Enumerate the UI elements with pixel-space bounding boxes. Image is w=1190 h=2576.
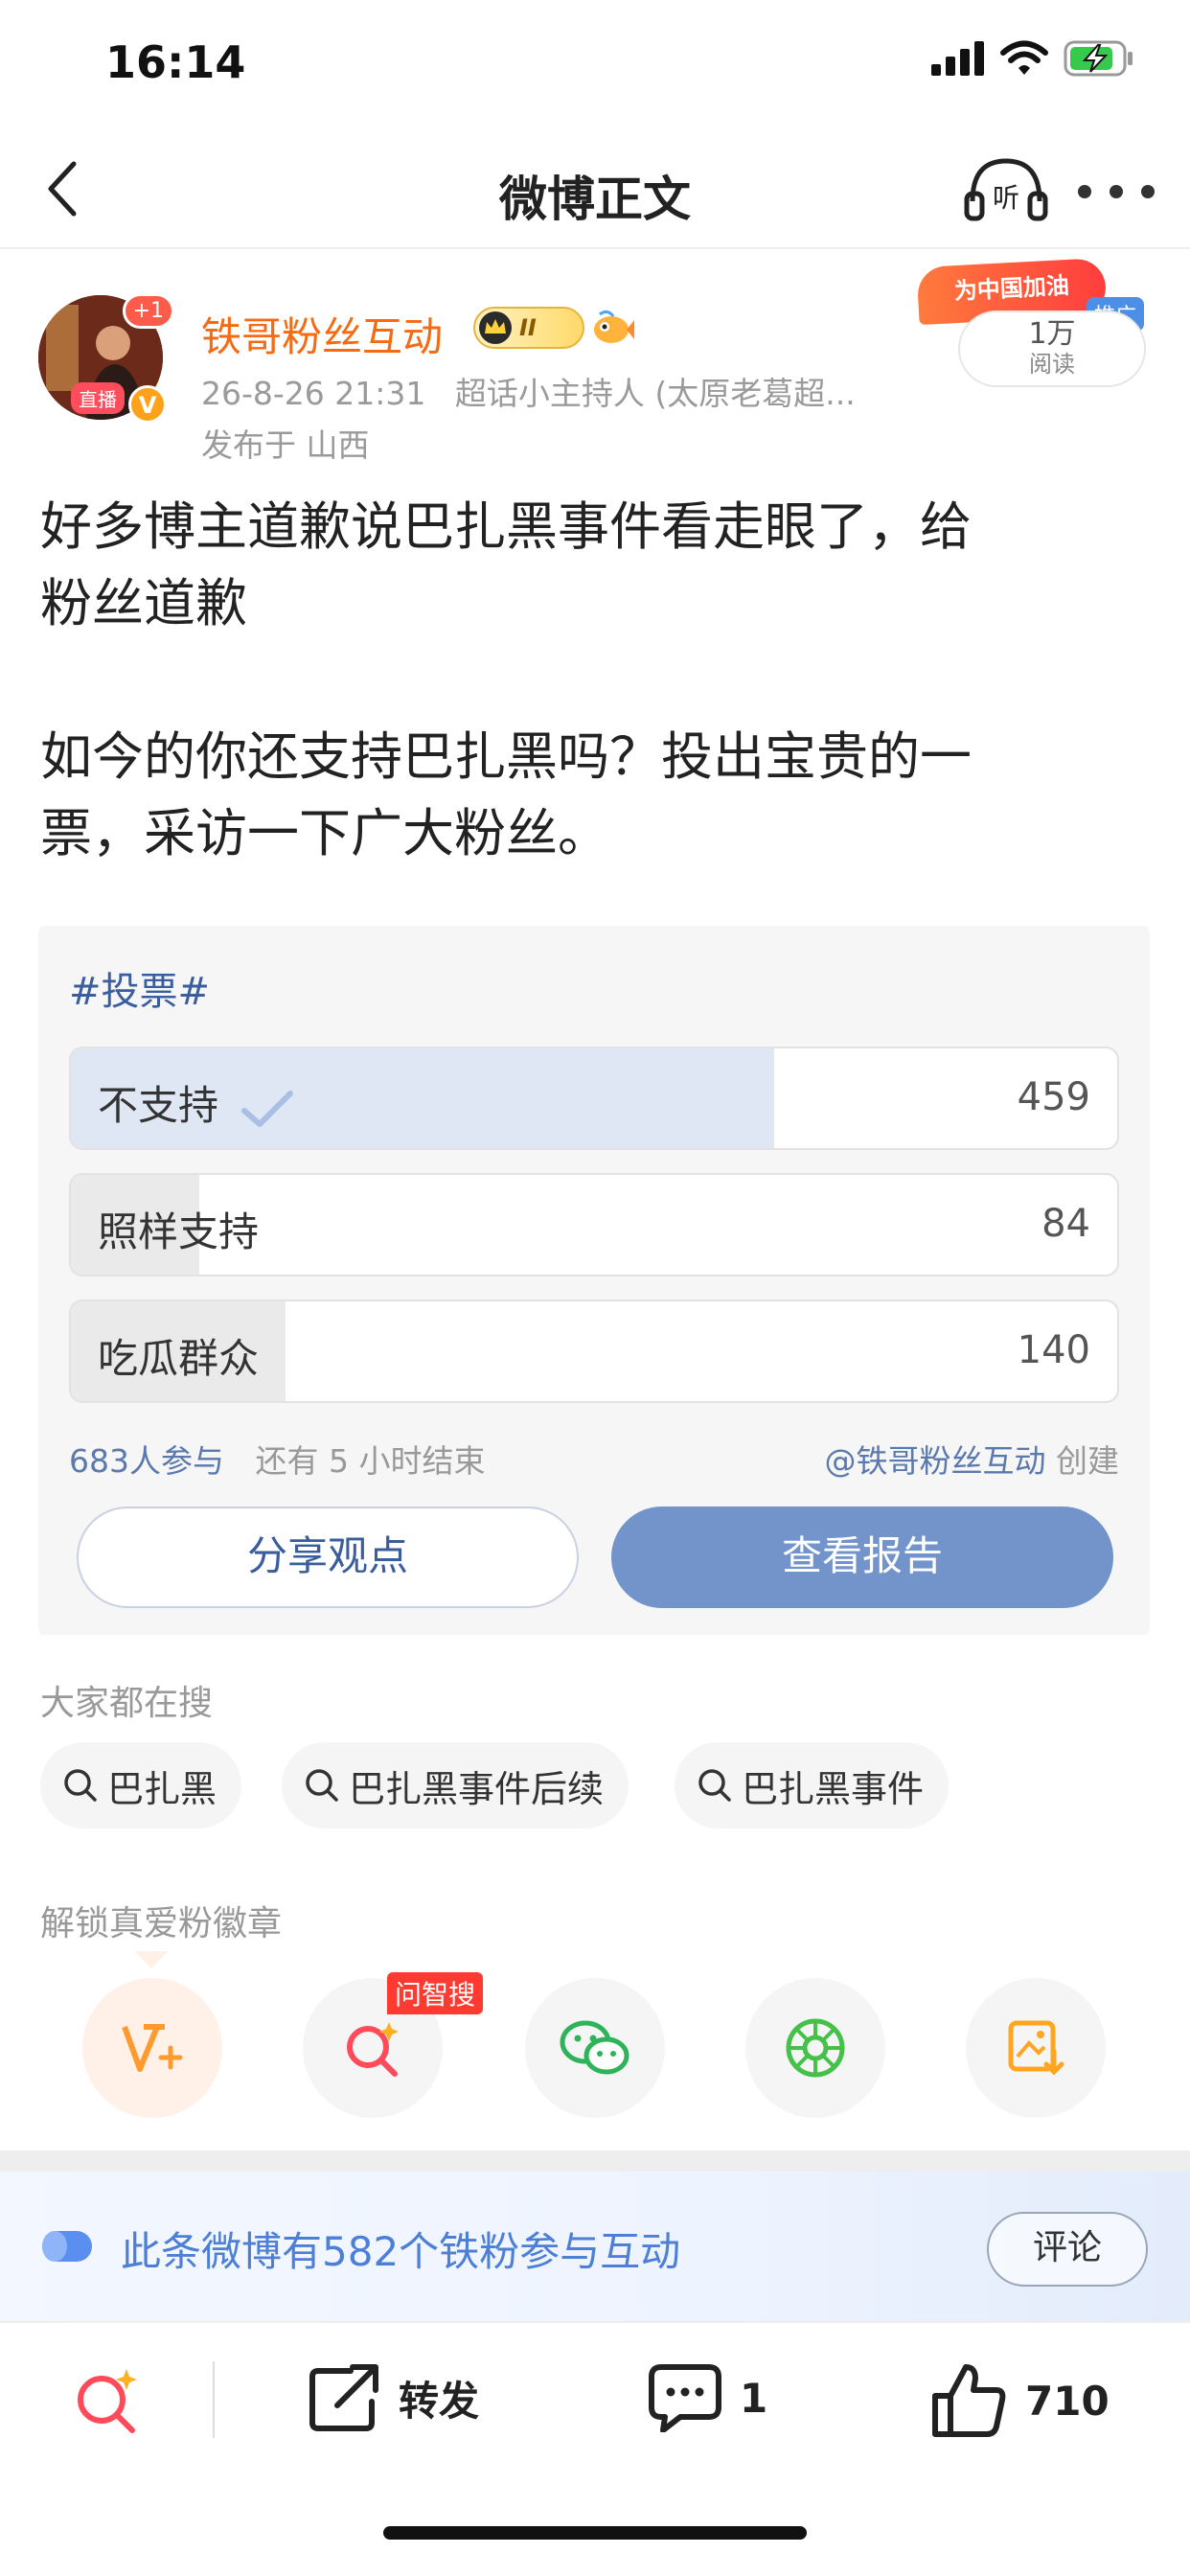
smart-search-button[interactable]: [71, 2363, 144, 2436]
plus-one-badge: +1: [122, 293, 174, 329]
post-body: 好多博主道歉说巴扎黑事件看走眼了，给 粉丝道歉 如今的你还支持巴扎黑吗？投出宝贵…: [40, 489, 1152, 872]
thumbs-up-icon: [932, 2364, 1006, 2437]
weibo-vplus-icon: [122, 2024, 183, 2072]
wifi-icon: [1000, 40, 1048, 75]
vote-option-label: 不支持: [98, 1082, 219, 1129]
comments-button[interactable]: 1: [648, 2363, 767, 2432]
repost-button[interactable]: 转发: [309, 2363, 479, 2432]
post-line: 粉丝道歉: [40, 573, 247, 633]
save-image-icon: [1008, 2020, 1064, 2076]
post-meta: 26-8-26 21:31 超话小主持人 (太原老葛超...: [201, 368, 856, 414]
iron-fan-interaction: 此条微博有582个铁粉参与互动 评论: [0, 2172, 1190, 2321]
read-count: 1万 阅读: [958, 310, 1146, 387]
vote-option-count: 459: [1017, 1075, 1090, 1119]
author-avatar[interactable]: 直播 +1 V: [38, 293, 174, 424]
live-badge: 直播: [71, 382, 125, 414]
like-button[interactable]: 710: [931, 2363, 1110, 2438]
post-time: 26-8-26 21:31: [201, 375, 426, 412]
moments-share-button[interactable]: [745, 1978, 885, 2118]
more-dot-icon: [1141, 185, 1155, 198]
moments-icon: [786, 2018, 845, 2078]
more-dot-icon: [1078, 185, 1091, 198]
hot-search-chip[interactable]: 巴扎黑: [40, 1742, 242, 1828]
comment-count: 1: [740, 2374, 768, 2422]
vote-option[interactable]: 照样支持 84: [69, 1173, 1119, 1276]
promo-widget[interactable]: 为中国加油 推广 1万 阅读: [916, 255, 1148, 389]
hot-search-text: 巴扎黑: [107, 1767, 217, 1810]
ai-search-icon: [347, 2022, 399, 2077]
hot-search-chip[interactable]: 巴扎黑事件: [675, 1742, 950, 1828]
search-icon: [698, 1769, 731, 1802]
post-line: 票，采访一下广大粉丝。: [40, 803, 609, 863]
save-image-button[interactable]: [966, 1978, 1106, 2118]
verified-icon: V: [128, 385, 167, 424]
vote-footer: 683人参与 还有 5 小时结束 @铁哥粉丝互动 创建: [69, 1436, 1119, 1482]
creator-handle[interactable]: @铁哥粉丝互动: [825, 1442, 1046, 1480]
view-report-button[interactable]: 查看报告: [611, 1506, 1113, 1608]
headphones-icon: 听: [964, 158, 1048, 221]
status-icons: [931, 40, 1134, 77]
vote-creator: @铁哥粉丝互动 创建: [825, 1436, 1120, 1482]
hot-search-chip[interactable]: 巴扎黑事件后续: [282, 1742, 629, 1828]
fan-pill-icon: [42, 2231, 92, 2262]
vote-option[interactable]: 吃瓜群众 140: [69, 1300, 1119, 1403]
nav-bar: 微博正文 听: [0, 134, 1190, 249]
search-icon: [64, 1769, 97, 1802]
home-indicator[interactable]: [383, 2526, 807, 2540]
section-divider: [0, 2150, 1190, 2172]
fan-badge-label: 解锁真爱粉徽章: [40, 1904, 283, 1944]
wechat-icon: [560, 2020, 629, 2075]
more-button[interactable]: [1078, 158, 1155, 225]
vote-hashtag[interactable]: #投票#: [69, 960, 210, 1016]
post-line: 好多博主道歉说巴扎黑事件看走眼了，给: [40, 496, 972, 557]
search-icon: [306, 1769, 338, 1802]
more-dot-icon: [1110, 185, 1123, 198]
vote-option-label: 照样支持: [98, 1208, 260, 1255]
vote-time-left: 还有 5 小时结束: [255, 1442, 486, 1480]
crown-icon: [479, 311, 512, 344]
fish-emblem-icon: [594, 310, 634, 343]
vote-option[interactable]: 不支持 459: [69, 1046, 1119, 1150]
post-location: 发布于 山西: [201, 426, 370, 464]
repost-label: 转发: [399, 2377, 480, 2425]
status-bar: 16:14: [0, 0, 1190, 125]
vote-option-count: 84: [1041, 1202, 1090, 1246]
status-time: 16:14: [105, 36, 246, 88]
hot-search-label: 大家都在搜: [40, 1684, 214, 1723]
ai-search-tag: 问智搜: [387, 1972, 484, 2014]
share-opinion-button[interactable]: 分享观点: [77, 1506, 579, 1608]
divider: [213, 2361, 215, 2438]
fan-level-badge[interactable]: II: [473, 307, 584, 349]
listen-button[interactable]: 听: [963, 155, 1049, 222]
battery-charging-icon: [1064, 40, 1133, 77]
like-count: 710: [1025, 2377, 1110, 2425]
fan-level: II: [519, 314, 537, 341]
hot-search-text: 巴扎黑事件: [742, 1767, 925, 1810]
vote-option-count: 140: [1017, 1328, 1090, 1372]
iron-fan-text: 此条微博有582个铁粉参与互动: [121, 2228, 681, 2275]
weibo-vplus-button[interactable]: [82, 1978, 222, 2118]
ai-search-icon: [78, 2369, 137, 2433]
creator-suffix: 创建: [1056, 1442, 1119, 1480]
vote-option-label: 吃瓜群众: [98, 1335, 260, 1382]
listen-label: 听: [993, 182, 1019, 214]
author-role[interactable]: 超话小主持人 (太原老葛超...: [455, 375, 856, 412]
hot-search-text: 巴扎黑事件后续: [349, 1767, 605, 1810]
checkmark-icon: [241, 1090, 294, 1127]
comment-button[interactable]: 评论: [987, 2212, 1148, 2287]
read-count-label: 阅读: [1029, 351, 1075, 378]
comment-icon: [649, 2364, 721, 2432]
vote-participants: 683人参与: [69, 1442, 224, 1480]
repost-icon: [309, 2364, 378, 2431]
read-count-value: 1万: [1028, 317, 1076, 351]
cellular-signal-icon: [931, 41, 984, 76]
vote-card: #投票# 不支持 459 照样支持 84 吃瓜群众 140 683人参与 还有 …: [38, 926, 1150, 1635]
post-line: 如今的你还支持巴扎黑吗？投出宝贵的一: [40, 726, 972, 787]
author-name[interactable]: 铁哥粉丝互动: [201, 305, 443, 363]
pointer-arrow-icon: [134, 1951, 169, 1968]
bottom-action-bar: 转发 1 710: [0, 2321, 1190, 2465]
wechat-share-button[interactable]: [525, 1978, 665, 2118]
